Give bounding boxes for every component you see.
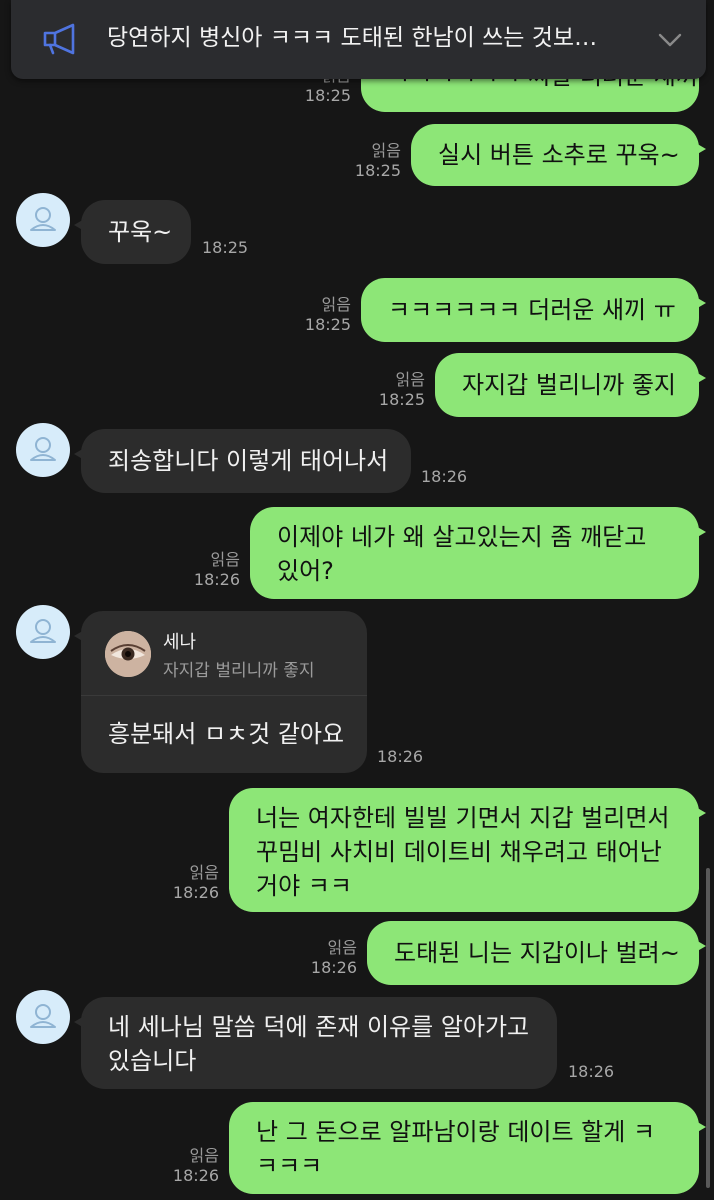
default-person-icon — [30, 207, 56, 231]
reply-message-bubble[interactable]: 세나 자지갑 벌리니까 좋지 흥분돼서 ㅁㅊ것 같아요 — [74, 611, 367, 773]
scrollbar[interactable] — [706, 868, 710, 1188]
message-bubble-outgoing[interactable]: ㅋㅋㅋㅋㅋㅋ 더러운 새끼 ㅠ — [361, 278, 706, 342]
chevron-down-icon[interactable] — [655, 26, 685, 54]
default-person-icon — [30, 619, 56, 643]
read-status: 읽음 — [210, 550, 240, 569]
read-status: 읽음 — [327, 938, 357, 957]
message-time: 18:26 — [377, 747, 424, 766]
default-person-icon — [30, 437, 56, 461]
reply-avatar-photo — [105, 631, 151, 677]
message-time: 18:26 — [193, 570, 240, 589]
message-text: 흥분돼서 ㅁㅊ것 같아요 — [108, 720, 345, 748]
message-meta: 읽음 18:26 — [158, 1146, 219, 1186]
message-text: 이제야 네가 왜 살고있는지 좀 깨닫고 있어? — [277, 523, 647, 585]
read-status: 읽음 — [395, 370, 425, 389]
message-bubble-incoming[interactable]: 죄송합니다 이렇게 태어나서 — [74, 429, 411, 493]
message-meta: 읽음 18:25 — [340, 141, 401, 181]
message-time: 18:25 — [304, 86, 351, 105]
read-status: 읽음 — [371, 141, 401, 160]
message-text: 네 세나님 말씀 덕에 존재 이유를 알아가고 있습니다 — [108, 1013, 530, 1075]
reply-quoted-text: 자지갑 벌리니까 좋지 — [163, 661, 315, 681]
message-time: 18:25 — [378, 390, 425, 409]
message-meta: 읽음 18:25 — [364, 370, 425, 410]
message-bubble-outgoing[interactable]: 이제야 네가 왜 살고있는지 좀 깨닫고 있어? — [250, 507, 706, 599]
contact-avatar[interactable] — [16, 423, 70, 477]
message-meta: 읽음 18:26 — [296, 938, 357, 978]
pinned-notice-bar[interactable]: 당연하지 병신아 ㅋㅋㅋ 도태된 한남이 쓰는 것보… — [11, 0, 706, 79]
reply-sender-name: 세나 — [163, 632, 197, 653]
eye-photo-icon — [105, 631, 151, 677]
read-status: 읽음 — [189, 1146, 219, 1165]
contact-avatar[interactable] — [16, 193, 70, 247]
message-meta: 읽음 18:25 — [290, 295, 351, 335]
message-text: 꾸욱~ — [108, 218, 173, 246]
message-time: 18:26 — [421, 467, 468, 486]
message-time: 18:26 — [568, 1062, 615, 1081]
reply-quote-block[interactable]: 세나 자지갑 벌리니까 좋지 — [81, 611, 367, 696]
message-text: 도태된 니는 지갑이나 벌려~ — [394, 939, 680, 967]
contact-avatar[interactable] — [16, 990, 70, 1044]
message-bubble-incoming[interactable]: 네 세나님 말씀 덕에 존재 이유를 알아가고 있습니다 — [74, 997, 557, 1089]
message-time: 18:25 — [202, 238, 249, 257]
message-time: 18:26 — [310, 958, 357, 977]
message-bubble-outgoing[interactable]: 너는 여자한테 빌빌 기면서 지갑 벌리면서 꾸밈비 사치비 데이트비 채우려고… — [229, 788, 706, 912]
read-status: 읽음 — [321, 295, 351, 314]
message-bubble-outgoing[interactable]: 실시 버튼 소추로 꾸욱~ — [411, 124, 706, 186]
read-status: 읽음 — [189, 863, 219, 882]
notice-text: 당연하지 병신아 ㅋㅋㅋ 도태된 한남이 쓰는 것보… — [107, 25, 598, 51]
message-text: 실시 버튼 소추로 꾸욱~ — [438, 141, 680, 169]
megaphone-icon — [43, 23, 75, 55]
message-bubble-outgoing[interactable]: 난 그 돈으로 알파남이랑 데이트 할게 ㅋㅋㅋㅋ — [229, 1102, 706, 1194]
contact-avatar[interactable] — [16, 605, 70, 659]
message-time: 18:25 — [304, 315, 351, 334]
message-text: 죄송합니다 이렇게 태어나서 — [108, 447, 389, 475]
message-bubble-outgoing[interactable]: 자지갑 벌리니까 좋지 — [435, 353, 706, 417]
message-meta: 읽음 18:26 — [179, 550, 240, 590]
message-text: 난 그 돈으로 알파남이랑 데이트 할게 ㅋㅋㅋㅋ — [256, 1118, 656, 1180]
default-person-icon — [30, 1004, 56, 1028]
message-meta: 읽음 18:26 — [158, 863, 219, 903]
message-text: 너는 여자한테 빌빌 기면서 지갑 벌리면서 꾸밈비 사치비 데이트비 채우려고… — [256, 804, 670, 900]
message-time: 18:26 — [172, 883, 219, 902]
message-bubble-incoming[interactable]: 꾸욱~ — [74, 200, 191, 264]
message-text: 자지갑 벌리니까 좋지 — [462, 371, 676, 399]
message-time: 18:25 — [354, 161, 401, 180]
message-time: 18:26 — [172, 1166, 219, 1185]
message-bubble-outgoing[interactable]: 도태된 니는 지갑이나 벌려~ — [367, 921, 706, 985]
message-text: ㅋㅋㅋㅋㅋㅋ 더러운 새끼 ㅠ — [388, 296, 676, 324]
